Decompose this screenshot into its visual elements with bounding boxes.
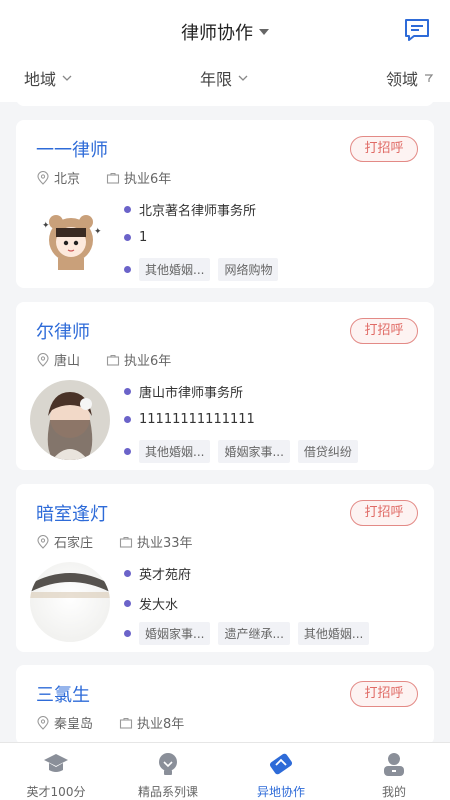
- intro-row: 11111111111111: [124, 412, 424, 427]
- chevron-down-icon: [238, 75, 248, 81]
- field-filter-label: 领域: [385, 70, 418, 89]
- greet-button[interactable]: 打招呼: [350, 681, 418, 707]
- tab-label: 异地协作: [256, 785, 305, 799]
- greet-button[interactable]: 打招呼: [350, 136, 418, 162]
- avatar: [30, 380, 110, 460]
- expertise-tag: 网络购物: [218, 258, 279, 281]
- expertise-tag: 其他婚姻...: [297, 622, 370, 645]
- lawyer-city: 唐山: [54, 354, 81, 369]
- intro-row: 发大水: [124, 594, 424, 613]
- previous-card-edge: [16, 88, 434, 106]
- lawyer-years: 执业8年: [137, 717, 185, 732]
- location-icon: [37, 715, 49, 730]
- briefcase-icon: [119, 536, 133, 548]
- briefcase-icon: [106, 172, 120, 184]
- lawyer-meta: 唐山 执业6年: [36, 350, 171, 369]
- svg-text:✦: ✦: [42, 221, 50, 231]
- lawyer-city: 秦皇岛: [54, 717, 94, 732]
- lawyer-city: 石家庄: [54, 536, 94, 551]
- svg-text:✦: ✦: [94, 227, 102, 237]
- tags-row: 其他婚姻... 网络购物: [124, 258, 424, 281]
- filter-icon: [425, 74, 434, 82]
- bullet-dot: [124, 234, 131, 241]
- years-filter[interactable]: 年限: [200, 66, 248, 90]
- firm-row: 英才苑府: [124, 564, 424, 583]
- expertise-tag: 借贷纠纷: [297, 440, 358, 463]
- message-icon[interactable]: [404, 18, 430, 42]
- tags-row: 其他婚姻... 婚姻家事... 借贷纠纷: [124, 440, 424, 463]
- expertise-tag: 婚姻家事...: [218, 440, 290, 463]
- bullet-dot: [124, 388, 131, 395]
- lawyer-firm: 英才苑府: [139, 568, 192, 583]
- field-filter[interactable]: 领域: [386, 66, 434, 90]
- tab-collaboration[interactable]: 异地协作: [225, 751, 337, 800]
- tags-row: 婚姻家事... 遗产继承... 其他婚姻...: [124, 622, 424, 645]
- bullet-dot: [124, 630, 131, 637]
- top-header: 律师协作: [0, 0, 450, 62]
- chevron-down-icon: [62, 75, 72, 81]
- greet-button[interactable]: 打招呼: [350, 500, 418, 526]
- page-title: 律师协作: [181, 23, 253, 44]
- bullet-dot: [124, 266, 131, 273]
- lawyer-intro: 发大水: [139, 598, 179, 613]
- briefcase-icon: [106, 354, 120, 366]
- greet-button[interactable]: 打招呼: [350, 318, 418, 344]
- location-icon: [37, 170, 49, 185]
- lawyer-intro: 1: [139, 230, 148, 245]
- bottom-tab-bar: 英才100分 精品系列课 异地协作 我的: [0, 742, 450, 800]
- lightbulb-icon: [159, 753, 177, 775]
- person-icon: [384, 753, 404, 776]
- graduation-cap-icon: [44, 754, 68, 772]
- tab-courses[interactable]: 精品系列课: [112, 751, 224, 800]
- lawyer-card[interactable]: 三氯生 打招呼 秦皇岛 执业8年: [16, 665, 434, 745]
- bullet-dot: [124, 448, 131, 455]
- expertise-tag: 其他婚姻...: [139, 258, 211, 281]
- lawyer-name[interactable]: 三氯生: [36, 681, 90, 707]
- caret-down-icon: [259, 29, 269, 35]
- avatar: ✦ ✦: [32, 198, 110, 276]
- region-filter[interactable]: 地域: [24, 66, 72, 90]
- firm-row: 唐山市律师事务所: [124, 382, 424, 401]
- lawyer-years: 执业6年: [124, 354, 172, 369]
- handshake-icon: [269, 753, 293, 775]
- lawyer-name[interactable]: 一一律师: [36, 136, 108, 162]
- tab-label: 我的: [381, 785, 406, 799]
- lawyer-years: 执业6年: [124, 172, 172, 187]
- expertise-tag: 婚姻家事...: [139, 622, 211, 645]
- lawyer-card[interactable]: 一一律师 打招呼 北京 执业6年 ✦ ✦ 北京著名律师事务所 1 其他婚姻...…: [16, 120, 434, 288]
- avatar: [30, 562, 110, 642]
- lawyer-name[interactable]: 尔律师: [36, 318, 90, 344]
- expertise-tag: 遗产继承...: [218, 622, 290, 645]
- lawyer-meta: 北京 执业6年: [36, 168, 171, 187]
- bullet-dot: [124, 416, 131, 423]
- bullet-dot: [124, 570, 131, 577]
- bullet-dot: [124, 206, 131, 213]
- lawyer-meta: 秦皇岛 执业8年: [36, 713, 184, 732]
- briefcase-icon: [119, 717, 133, 729]
- location-icon: [37, 352, 49, 367]
- tab-ycai100[interactable]: 英才100分: [0, 751, 112, 800]
- region-filter-label: 地域: [24, 70, 57, 89]
- lawyer-firm: 北京著名律师事务所: [139, 204, 257, 219]
- lawyer-city: 北京: [54, 172, 81, 187]
- page-title-dropdown[interactable]: 律师协作: [0, 19, 450, 45]
- years-filter-label: 年限: [200, 70, 233, 89]
- lawyer-intro: 11111111111111: [139, 412, 255, 427]
- tab-mine[interactable]: 我的: [338, 751, 450, 800]
- lawyer-years: 执业33年: [137, 536, 193, 551]
- tab-label: 英才100分: [26, 785, 86, 799]
- lawyer-firm: 唐山市律师事务所: [139, 386, 244, 401]
- firm-row: 北京著名律师事务所: [124, 200, 424, 219]
- lawyer-meta: 石家庄 执业33年: [36, 532, 193, 551]
- bullet-dot: [124, 600, 131, 607]
- intro-row: 1: [124, 230, 424, 245]
- lawyer-card[interactable]: 暗室逢灯 打招呼 石家庄 执业33年 英才苑府 发大水 婚姻家事... 遗产继承.…: [16, 484, 434, 652]
- tab-label: 精品系列课: [137, 785, 198, 799]
- lawyer-card[interactable]: 尔律师 打招呼 唐山 执业6年 唐山市律师事务所 11111111111111 …: [16, 302, 434, 470]
- lawyer-name[interactable]: 暗室逢灯: [36, 500, 108, 526]
- location-icon: [37, 534, 49, 549]
- expertise-tag: 其他婚姻...: [139, 440, 211, 463]
